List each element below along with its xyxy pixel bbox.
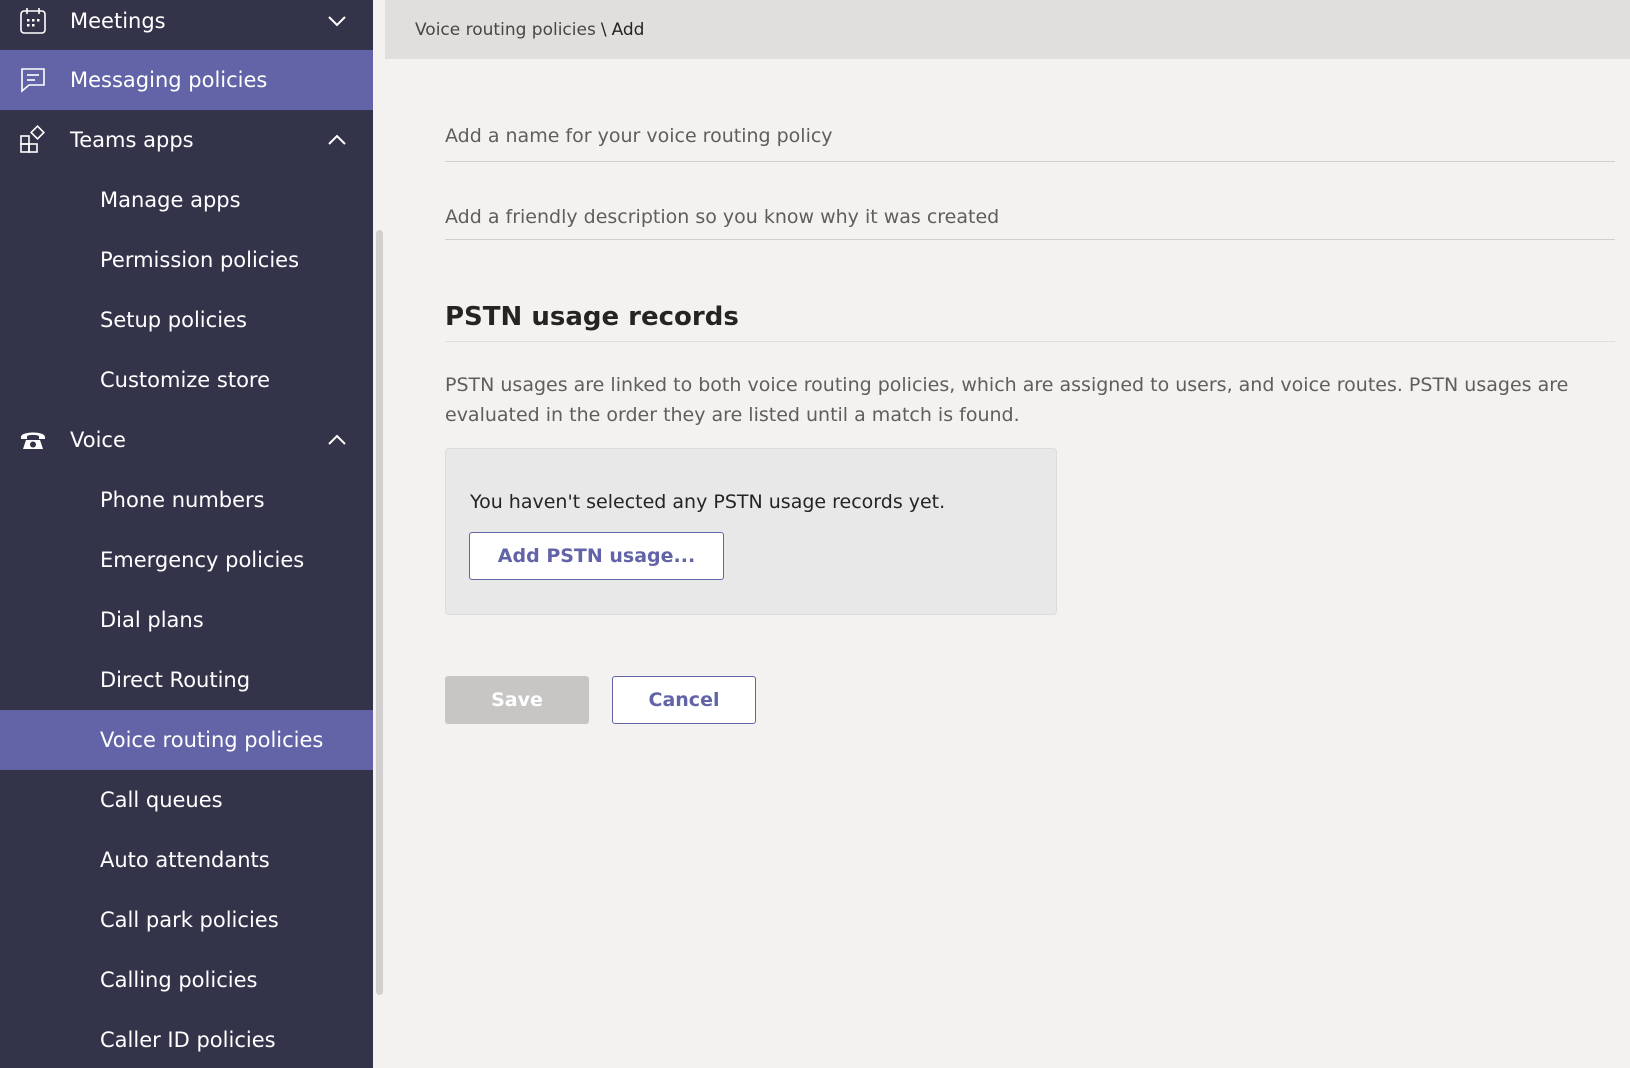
policy-name-input[interactable] [445, 110, 1615, 162]
pstn-empty-message: You haven't selected any PSTN usage reco… [470, 491, 946, 513]
chevron-down-icon[interactable] [325, 9, 349, 33]
sidebar-item-customize-store[interactable]: Customize store [0, 350, 373, 410]
sidebar-item-caller-id-policies[interactable]: Caller ID policies [0, 1010, 373, 1068]
pstn-section-title: PSTN usage records [445, 302, 739, 332]
main-content: Voice routing policies \ Add PSTN usage … [385, 0, 1630, 1068]
sidebar-item-setup-policies[interactable]: Setup policies [0, 290, 373, 350]
scrollbar-thumb[interactable] [376, 230, 383, 995]
sidebar-item-label: Setup policies [100, 308, 247, 332]
sidebar-item-auto-attendants[interactable]: Auto attendants [0, 830, 373, 890]
section-divider [445, 341, 1615, 342]
pstn-usage-panel: You haven't selected any PSTN usage reco… [445, 448, 1057, 615]
sidebar-item-label: Voice [70, 428, 126, 452]
sidebar-item-label: Phone numbers [100, 488, 265, 512]
sidebar: Meetings Messaging policies Teams apps M… [0, 0, 373, 1068]
sidebar-item-call-park-policies[interactable]: Call park policies [0, 890, 373, 950]
breadcrumb: Voice routing policies \ Add [385, 0, 1630, 59]
sidebar-item-call-queues[interactable]: Call queues [0, 770, 373, 830]
sidebar-item-direct-routing[interactable]: Direct Routing [0, 650, 373, 710]
sidebar-item-permission-policies[interactable]: Permission policies [0, 230, 373, 290]
sidebar-item-manage-apps[interactable]: Manage apps [0, 170, 373, 230]
add-pstn-usage-button[interactable]: Add PSTN usage... [469, 532, 724, 580]
sidebar-item-messaging-policies[interactable]: Messaging policies [0, 50, 373, 110]
chevron-up-icon[interactable] [325, 128, 349, 152]
messaging-icon [21, 68, 45, 93]
pstn-section-description: PSTN usages are linked to both voice rou… [445, 374, 1569, 426]
sidebar-item-label: Dial plans [100, 608, 204, 632]
sidebar-item-phone-numbers[interactable]: Phone numbers [0, 470, 373, 530]
calendar-icon [20, 8, 46, 34]
save-button[interactable]: Save [445, 676, 589, 724]
cancel-button[interactable]: Cancel [612, 676, 756, 724]
sidebar-item-voice-routing-policies[interactable]: Voice routing policies [0, 710, 373, 770]
sidebar-item-label: Calling policies [100, 968, 258, 992]
sidebar-item-label: Call park policies [100, 908, 279, 932]
sidebar-item-label: Caller ID policies [100, 1028, 276, 1052]
sidebar-item-teams-apps[interactable]: Teams apps [0, 110, 373, 170]
sidebar-item-label: Voice routing policies [100, 728, 324, 752]
phone-icon [21, 432, 45, 449]
sidebar-item-label: Emergency policies [100, 548, 305, 572]
sidebar-scrollbar[interactable] [373, 0, 385, 1068]
policy-description-input[interactable] [445, 194, 1615, 240]
sidebar-item-emergency-policies[interactable]: Emergency policies [0, 530, 373, 590]
sidebar-item-label: Manage apps [100, 188, 241, 212]
apps-icon [20, 125, 45, 153]
sidebar-item-label: Call queues [100, 788, 223, 812]
breadcrumb-separator: \ [600, 19, 607, 40]
sidebar-item-label: Auto attendants [100, 848, 270, 872]
sidebar-item-label: Permission policies [100, 248, 300, 272]
sidebar-item-meetings[interactable]: Meetings [0, 0, 373, 51]
sidebar-item-dial-plans[interactable]: Dial plans [0, 590, 373, 650]
sidebar-item-label: Meetings [70, 9, 166, 33]
sidebar-item-voice[interactable]: Voice [0, 410, 373, 470]
sidebar-item-label: Teams apps [70, 128, 194, 152]
sidebar-item-label: Messaging policies [70, 68, 268, 92]
sidebar-item-label: Direct Routing [100, 668, 251, 692]
chevron-up-icon[interactable] [325, 428, 349, 452]
breadcrumb-current: Add [611, 19, 645, 40]
sidebar-item-label: Customize store [100, 368, 271, 392]
sidebar-item-calling-policies[interactable]: Calling policies [0, 950, 373, 1010]
breadcrumb-parent-link[interactable]: Voice routing policies [415, 20, 596, 40]
